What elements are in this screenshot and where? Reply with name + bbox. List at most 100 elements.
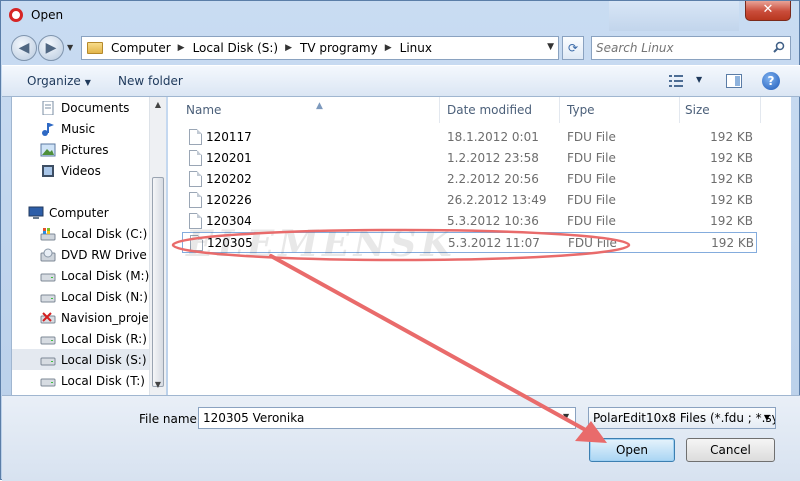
table-row[interactable]: 120226 26.2.2012 13:49 FDU File 192 KB bbox=[182, 190, 757, 211]
column-label: Name bbox=[186, 103, 222, 117]
windows-drive-icon bbox=[40, 227, 56, 240]
title-bar[interactable]: Open ✕ bbox=[1, 1, 800, 31]
file-name-label: File name: bbox=[139, 412, 201, 426]
column-header-date[interactable]: Date modified bbox=[439, 97, 560, 123]
view-options-dropdown-icon[interactable]: ▼ bbox=[696, 75, 702, 84]
navigation-scrollbar[interactable]: ▲ ▼ bbox=[149, 97, 166, 395]
change-view-icon[interactable] bbox=[669, 75, 683, 87]
file-icon bbox=[189, 150, 202, 166]
chevron-right-icon[interactable]: ▶ bbox=[385, 43, 392, 53]
sidebar-item-label: Local Disk (M:) bbox=[61, 268, 150, 283]
search-icon[interactable] bbox=[773, 41, 785, 53]
preview-pane-icon[interactable] bbox=[726, 74, 742, 88]
documents-icon bbox=[42, 100, 54, 115]
sidebar-item-label: Local Disk (S:) bbox=[61, 352, 147, 367]
network-drive-disconnected-icon bbox=[40, 311, 56, 323]
sidebar-item-local-disk-m[interactable]: Local Disk (M:) bbox=[40, 265, 165, 286]
cancel-button[interactable]: Cancel bbox=[686, 438, 775, 462]
sidebar-item-label: Local Disk (R:) bbox=[61, 331, 147, 346]
file-icon bbox=[189, 171, 202, 187]
file-name: 120202 bbox=[206, 172, 252, 186]
scrollbar-thumb[interactable] bbox=[152, 177, 164, 387]
file-type: FDU File bbox=[567, 151, 616, 165]
file-type: FDU File bbox=[567, 193, 616, 207]
file-name-dropdown-icon[interactable]: ▼ bbox=[563, 412, 569, 421]
file-size: 192 KB bbox=[710, 172, 753, 186]
file-date: 18.1.2012 0:01 bbox=[447, 130, 539, 144]
sidebar-item-dvd-drive[interactable]: DVD RW Drive (D bbox=[40, 244, 165, 265]
scroll-down-icon[interactable]: ▼ bbox=[150, 377, 166, 393]
drive-icon bbox=[40, 273, 56, 281]
drive-icon bbox=[40, 336, 56, 344]
sidebar-item-label: Documents bbox=[61, 100, 130, 115]
file-type: FDU File bbox=[567, 130, 616, 144]
search-box[interactable] bbox=[591, 36, 791, 60]
opera-logo-icon bbox=[9, 8, 23, 22]
file-date: 5.3.2012 10:36 bbox=[447, 214, 539, 228]
file-type: FDU File bbox=[568, 236, 617, 250]
sidebar-item-pictures[interactable]: Pictures bbox=[40, 139, 165, 160]
sidebar-item-label: Computer bbox=[49, 205, 109, 220]
computer-icon bbox=[28, 206, 44, 219]
file-size: 192 KB bbox=[710, 214, 753, 228]
file-name: 120117 bbox=[206, 130, 252, 144]
table-row[interactable]: 120201 1.2.2012 23:58 FDU File 192 KB bbox=[182, 148, 757, 169]
file-size: 192 KB bbox=[710, 130, 753, 144]
sidebar-item-label: Local Disk (T:) bbox=[61, 373, 145, 388]
background-window-strip bbox=[609, 1, 739, 31]
file-date: 2.2.2012 20:56 bbox=[447, 172, 539, 186]
table-row[interactable]: 120202 2.2.2012 20:56 FDU File 192 KB bbox=[182, 169, 757, 190]
breadcrumb-item-tv-programy[interactable]: TV programy ▶ bbox=[300, 41, 392, 55]
breadcrumb-label: TV programy bbox=[300, 41, 378, 55]
column-header-type[interactable]: Type bbox=[559, 97, 680, 123]
sidebar-item-computer[interactable]: Computer bbox=[28, 202, 165, 223]
file-icon bbox=[189, 129, 202, 145]
breadcrumb-item-local-disk-s[interactable]: Local Disk (S:) ▶ bbox=[193, 41, 292, 55]
sidebar-item-local-disk-t[interactable]: Local Disk (T:) bbox=[40, 370, 165, 391]
sidebar-item-local-disk-s[interactable]: Local Disk (S:) bbox=[12, 349, 150, 370]
search-input[interactable] bbox=[596, 40, 766, 56]
file-name: 120226 bbox=[206, 193, 252, 207]
breadcrumb-item-computer[interactable]: Computer ▶ bbox=[111, 41, 185, 55]
sidebar-item-documents[interactable]: Documents bbox=[40, 97, 165, 118]
help-icon[interactable]: ? bbox=[762, 72, 780, 90]
column-header-size[interactable]: Size bbox=[677, 97, 761, 123]
open-button[interactable]: Open bbox=[589, 438, 675, 462]
forward-arrow-icon[interactable]: ▶ bbox=[38, 35, 64, 61]
table-row[interactable]: 120117 18.1.2012 0:01 FDU File 192 KB bbox=[182, 127, 757, 148]
file-icon bbox=[189, 192, 202, 208]
sidebar-item-music[interactable]: Music bbox=[40, 118, 165, 139]
sidebar-item-videos[interactable]: Videos bbox=[40, 160, 165, 181]
command-toolbar: Organize ▼ New folder ▼ ? bbox=[2, 65, 800, 97]
scroll-up-icon[interactable]: ▲ bbox=[150, 97, 166, 113]
sidebar-item-label: Videos bbox=[61, 163, 101, 178]
chevron-down-icon: ▼ bbox=[84, 78, 91, 87]
navigation-pane: Documents Music Pictures Videos Computer… bbox=[11, 97, 165, 395]
sidebar-item-navision-project[interactable]: Navision_project bbox=[40, 307, 165, 328]
breadcrumb-item-linux[interactable]: Linux bbox=[400, 41, 432, 55]
back-arrow-icon[interactable]: ◀ bbox=[11, 35, 37, 61]
sidebar-item-local-disk-n[interactable]: Local Disk (N:) bbox=[40, 286, 165, 307]
recent-locations-dropdown-icon[interactable]: ▼ bbox=[67, 43, 77, 53]
close-button[interactable]: ✕ bbox=[745, 1, 791, 21]
new-folder-button[interactable]: New folder bbox=[118, 74, 183, 88]
file-name-field[interactable] bbox=[198, 407, 576, 429]
sidebar-item-local-disk-c[interactable]: Local Disk (C:) bbox=[40, 223, 165, 244]
chevron-right-icon[interactable]: ▶ bbox=[285, 43, 292, 53]
address-bar[interactable]: Computer ▶ Local Disk (S:) ▶ TV programy ▶ … bbox=[81, 36, 559, 60]
file-type-selected: PolarEdit10x8 Files (*.fdu ; *.sys) bbox=[593, 411, 776, 425]
file-date: 1.2.2012 23:58 bbox=[447, 151, 539, 165]
organize-label: Organize bbox=[27, 74, 81, 88]
sort-ascending-icon: ▲ bbox=[316, 101, 323, 111]
videos-icon bbox=[42, 164, 54, 177]
breadcrumb-label: Local Disk (S:) bbox=[192, 41, 279, 55]
dialog-footer: File name: ▼ PolarEdit10x8 Files (*.fdu … bbox=[2, 395, 800, 481]
watermark: ELEMENSK bbox=[186, 223, 456, 265]
address-dropdown-icon[interactable]: ▼ bbox=[547, 42, 554, 52]
organize-button[interactable]: Organize ▼ bbox=[27, 74, 91, 88]
file-type-select[interactable]: PolarEdit10x8 Files (*.fdu ; *.sys) ▼ bbox=[588, 407, 776, 429]
chevron-right-icon[interactable]: ▶ bbox=[178, 43, 185, 53]
refresh-button[interactable]: ⟳ bbox=[562, 36, 584, 60]
sidebar-item-local-disk-r[interactable]: Local Disk (R:) bbox=[40, 328, 165, 349]
column-header-name[interactable]: ▲ Name bbox=[178, 97, 440, 123]
